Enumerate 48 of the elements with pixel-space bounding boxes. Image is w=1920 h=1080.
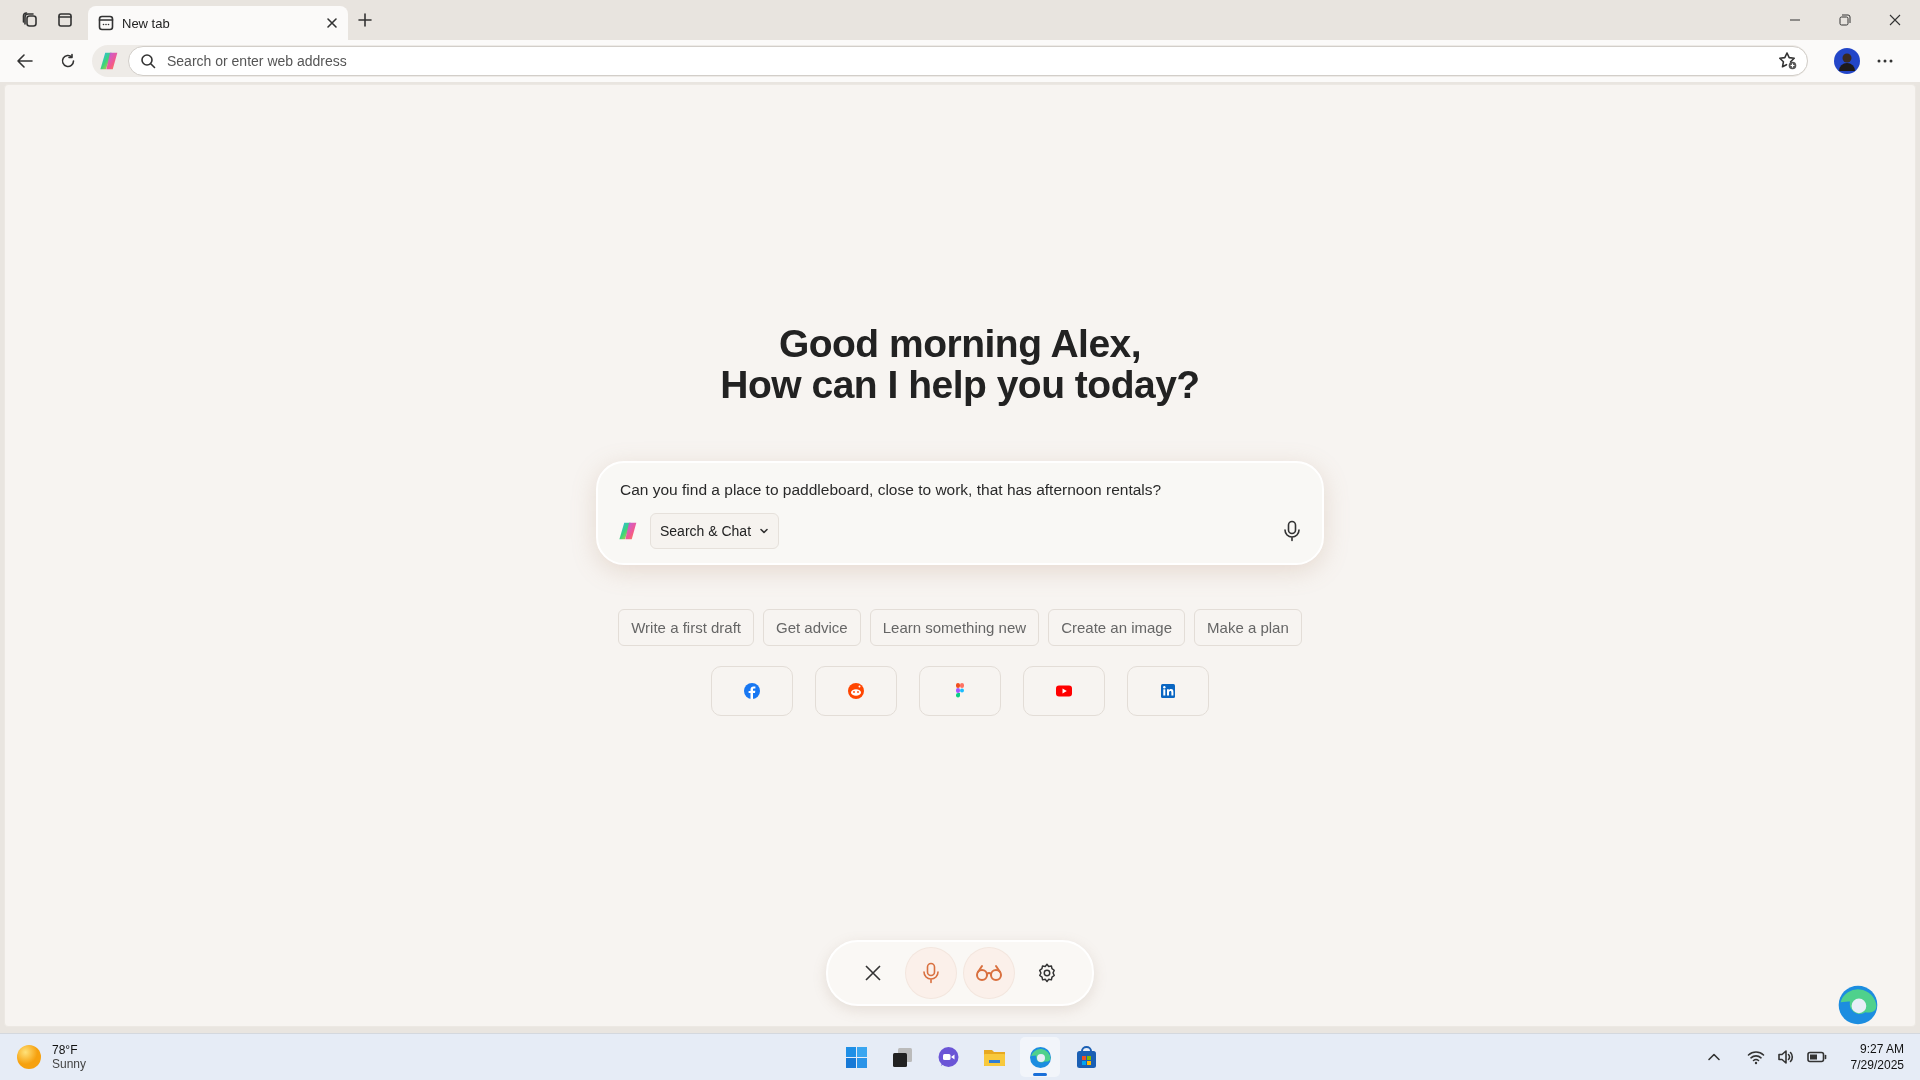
suggestion-chip[interactable]: Create an image bbox=[1048, 609, 1186, 646]
suggestion-chip[interactable]: Write a first draft bbox=[618, 609, 754, 646]
profile-avatar-icon[interactable] bbox=[1834, 48, 1860, 74]
shortcut-tile[interactable] bbox=[711, 666, 793, 716]
reddit-logo-icon bbox=[846, 681, 866, 701]
back-icon[interactable] bbox=[16, 52, 34, 70]
address-field[interactable]: Search or enter web address bbox=[128, 46, 1808, 76]
workspaces-icon[interactable] bbox=[21, 11, 39, 29]
close-icon[interactable] bbox=[1889, 14, 1901, 26]
tab-page-icon bbox=[98, 15, 114, 31]
start-icon bbox=[843, 1044, 869, 1070]
refresh-icon[interactable] bbox=[60, 53, 76, 69]
edge-icon bbox=[1027, 1044, 1053, 1070]
more-icon[interactable] bbox=[1876, 58, 1894, 64]
weather-text: Sunny bbox=[52, 1057, 87, 1071]
microphone-button[interactable] bbox=[906, 948, 956, 998]
battery-icon[interactable] bbox=[1806, 1051, 1827, 1063]
settings-icon bbox=[1036, 962, 1058, 984]
chevron-down-icon bbox=[759, 526, 770, 536]
glasses-button[interactable] bbox=[964, 948, 1014, 998]
microphone-icon bbox=[1282, 520, 1302, 542]
add-favorite-icon[interactable] bbox=[1778, 51, 1798, 71]
prompt-field[interactable]: Can you find a place to paddleboard, close to work, that has afternoon rentals? bbox=[618, 481, 1302, 499]
close-icon bbox=[864, 964, 882, 982]
shortcut-tile[interactable] bbox=[1127, 666, 1209, 716]
vertical-tabs-icon[interactable] bbox=[57, 12, 73, 28]
microphone-icon bbox=[921, 962, 941, 984]
linkedin-logo-icon bbox=[1158, 681, 1178, 701]
close-tab-icon[interactable] bbox=[326, 17, 338, 29]
browser-tab[interactable]: New tab bbox=[88, 6, 348, 40]
shortcut-tile[interactable] bbox=[1023, 666, 1105, 716]
new-tab-icon[interactable] bbox=[357, 12, 373, 28]
suggestion-chip[interactable]: Get advice bbox=[763, 609, 861, 646]
mode-dropdown[interactable]: Search & Chat bbox=[650, 513, 780, 549]
glasses-icon bbox=[975, 963, 1003, 983]
speaker-icon[interactable] bbox=[1776, 1049, 1795, 1065]
suggestion-chip[interactable]: Make a plan bbox=[1194, 609, 1302, 646]
temperature-text: 78°F bbox=[52, 1043, 79, 1057]
clock[interactable]: 9:27 AM 7/29/2025 bbox=[1850, 1041, 1904, 1073]
suggestion-chip[interactable]: Learn something new bbox=[869, 609, 1040, 646]
sun-icon bbox=[16, 1044, 42, 1070]
shortcut-tile[interactable] bbox=[815, 666, 897, 716]
shortcut-tile[interactable] bbox=[919, 666, 1001, 716]
facebook-logo-icon bbox=[742, 681, 762, 701]
wifi-icon[interactable] bbox=[1746, 1049, 1765, 1065]
greeting-heading: Good morning Alex, How can I help you today? bbox=[720, 323, 1200, 405]
edge-taskbar-button[interactable] bbox=[1020, 1037, 1060, 1077]
restore-icon[interactable] bbox=[1839, 14, 1851, 26]
